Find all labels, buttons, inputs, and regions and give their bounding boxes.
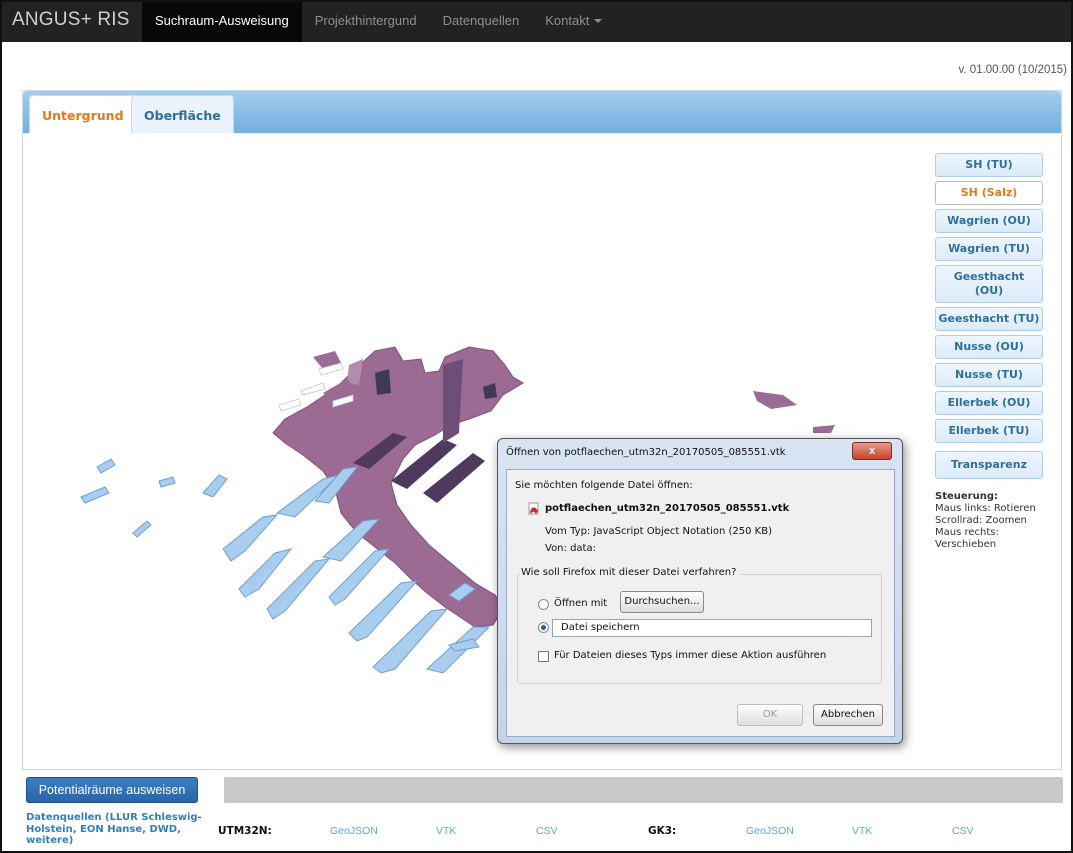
aquifer-shape: [80, 486, 110, 504]
gk-csv-link[interactable]: CSV: [952, 825, 974, 837]
controls-help-line: Scrollrad: Zoomen: [935, 515, 1027, 526]
utm32n-label: UTM32N:: [218, 825, 272, 837]
file-open-dialog: Öffnen von potflaechen_utm32n_20170505_0…: [497, 438, 903, 744]
ok-button[interactable]: OK: [737, 704, 803, 726]
tab-untergrund[interactable]: Untergrund: [29, 95, 137, 133]
nav-item-datenquellen[interactable]: Datenquellen: [430, 0, 533, 42]
file-icon: [528, 502, 539, 515]
layer-button-geesthacht-tu[interactable]: Geesthacht (TU): [935, 307, 1043, 331]
dialog-question: Wie soll Firefox mit dieser Datei verfah…: [521, 567, 741, 578]
cancel-button[interactable]: Abbrechen: [813, 704, 883, 726]
aquifer-shape: [348, 580, 419, 642]
radio-open-with[interactable]: [538, 599, 549, 610]
layer-button-nusse-tu[interactable]: Nusse (TU): [935, 363, 1043, 387]
gk3-label: GK3:: [648, 825, 677, 837]
gk-geojson-link[interactable]: GeoJSON: [746, 825, 794, 837]
layer-button-ellerbek-ou[interactable]: Ellerbek (OU): [935, 391, 1043, 415]
layer-button-sh-salz[interactable]: SH (Salz): [935, 181, 1043, 205]
layer-sidebar: SH (TU) SH (Salz) Wagrien (OU) Wagrien (…: [935, 153, 1043, 551]
tab-oberflaeche[interactable]: Oberfläche: [131, 95, 234, 133]
dialog-file-type: Vom Typ: JavaScript Object Notation (250…: [545, 526, 772, 537]
data-sources-link[interactable]: Datenquellen (LLUR Schleswig-Holstein, E…: [26, 812, 216, 847]
aquifer-shape: [96, 458, 116, 474]
salt-dome-east-lobe: [753, 391, 797, 409]
layer-button-nusse-ou[interactable]: Nusse (OU): [935, 335, 1043, 359]
main-nav: Suchraum-Ausweisung Projekthintergund Da…: [142, 0, 615, 42]
ridge-5: [375, 369, 391, 395]
aquifer-shape: [202, 474, 228, 498]
progress-bar: [224, 777, 1063, 803]
layer-button-wagrien-ou[interactable]: Wagrien (OU): [935, 209, 1043, 233]
dialog-body: Sie möchten folgende Datei öffnen: potfl…: [506, 469, 895, 737]
top-navbar: ANGUS+ RIS Suchraum-Ausweisung Projekthi…: [0, 0, 1073, 42]
browse-button[interactable]: Durchsuchen...: [620, 591, 704, 613]
dialog-intro: Sie möchten folgende Datei öffnen:: [515, 480, 693, 491]
aquifer-shape: [132, 520, 152, 538]
salt-dome-east-fragment: [813, 425, 835, 433]
tab-bar: Untergrund Oberfläche: [23, 91, 1061, 133]
open-with-label: Öffnen mit: [554, 598, 608, 609]
version-label: v. 01.00.00 (10/2015): [958, 64, 1067, 76]
radio-save-file[interactable]: [538, 622, 549, 633]
dialog-close-button[interactable]: x: [852, 442, 892, 460]
save-option-box[interactable]: Datei speichern: [552, 619, 872, 637]
layer-button-ellerbek-tu[interactable]: Ellerbek (TU): [935, 419, 1043, 443]
layer-button-sh-tu[interactable]: SH (TU): [935, 153, 1043, 177]
gk-vtk-link[interactable]: VTK: [852, 825, 872, 837]
controls-help-line: Verschieben: [935, 539, 997, 550]
nav-item-suchraum[interactable]: Suchraum-Ausweisung: [142, 0, 302, 42]
aquifer-shape: [238, 548, 293, 598]
compute-potential-button[interactable]: Potentialräume ausweisen: [26, 777, 198, 803]
surface-outline: [300, 382, 326, 396]
layer-button-geesthacht-ou[interactable]: Geesthacht (OU): [935, 265, 1043, 303]
dialog-title: Öffnen von potflaechen_utm32n_20170505_0…: [506, 447, 786, 458]
aquifer-shape: [222, 514, 279, 562]
nav-item-kontakt[interactable]: Kontakt: [532, 0, 615, 42]
save-file-label: Datei speichern: [561, 622, 640, 633]
aquifer-shape: [448, 638, 480, 652]
nav-item-projekthintergrund[interactable]: Projekthintergund: [302, 0, 430, 42]
dialog-file-source: Von: data:: [545, 543, 596, 554]
layer-button-wagrien-tu[interactable]: Wagrien (TU): [935, 237, 1043, 261]
caret-down-icon: [594, 19, 603, 23]
dialog-file-name: potflaechen_utm32n_20170505_085551.vtk: [545, 503, 790, 514]
utm-vtk-link[interactable]: VTK: [436, 825, 456, 837]
controls-help-line: Maus rechts:: [935, 527, 999, 538]
always-checkbox[interactable]: [538, 651, 549, 662]
surface-outline: [278, 398, 302, 412]
utm-csv-link[interactable]: CSV: [536, 825, 558, 837]
aquifer-shape: [158, 476, 176, 488]
controls-help-title: Steuerung:: [935, 491, 998, 502]
utm-geojson-link[interactable]: GeoJSON: [330, 825, 378, 837]
brand-logo[interactable]: ANGUS+ RIS: [12, 9, 130, 31]
ridge-4: [443, 359, 463, 443]
transparency-button[interactable]: Transparenz: [935, 451, 1043, 479]
always-label: Für Dateien dieses Typs immer diese Akti…: [554, 650, 827, 661]
controls-help: Steuerung: Maus links: Rotieren Scrollra…: [935, 491, 1043, 551]
nav-item-kontakt-label: Kontakt: [545, 13, 590, 28]
controls-help-line: Maus links: Rotieren: [935, 503, 1036, 514]
